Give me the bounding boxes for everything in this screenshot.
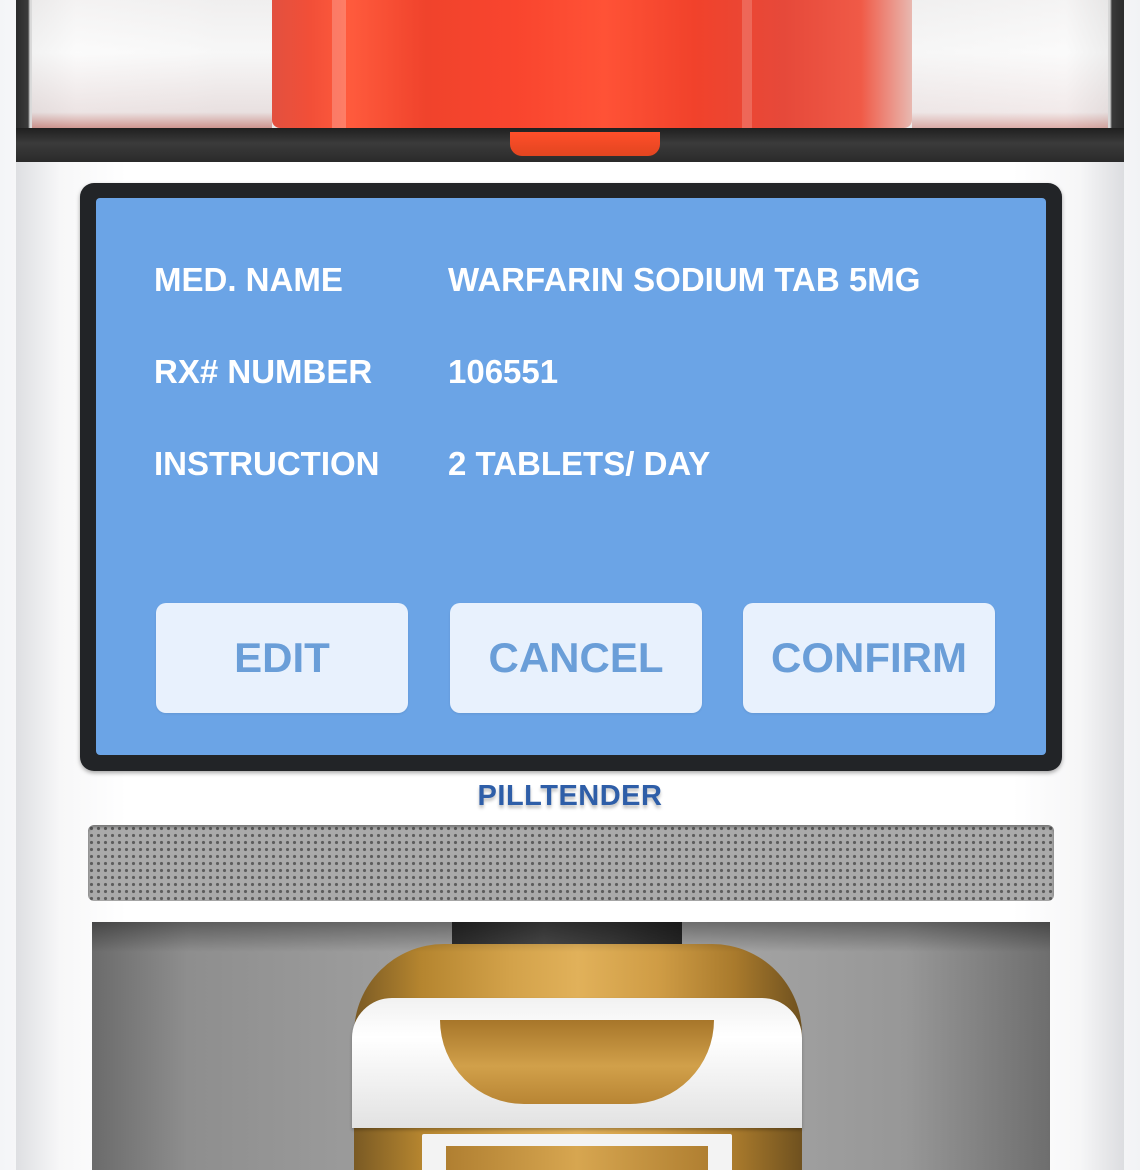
rx-number-value: 106551 [448, 353, 559, 390]
reservoir-glass-right [912, 0, 1108, 132]
pill-dispenser-device: MED. NAME WARFARIN SODIUM TAB 5MG RX# NU… [0, 0, 1140, 1170]
med-name-value: WARFARIN SODIUM TAB 5MG [448, 261, 921, 298]
reservoir-glass-left [32, 0, 272, 132]
touch-screen: MED. NAME WARFARIN SODIUM TAB 5MG RX# NU… [96, 198, 1046, 755]
instruction-value: 2 TABLETS/ DAY [448, 445, 711, 482]
instruction-row: INSTRUCTION 2 TABLETS/ DAY [154, 442, 710, 486]
reservoir-nozzle [510, 132, 660, 156]
confirm-button[interactable]: CONFIRM [743, 603, 995, 713]
speaker-grille [88, 825, 1054, 901]
edit-button[interactable]: EDIT [156, 603, 408, 713]
reservoir-liquid [272, 0, 912, 128]
instruction-label: INSTRUCTION [154, 445, 380, 482]
rx-number-label: RX# NUMBER [154, 353, 373, 390]
cancel-button[interactable]: CANCEL [450, 603, 702, 713]
medication-reservoir [16, 0, 1124, 162]
pill-bottle-label-window [446, 1146, 708, 1170]
med-name-row: MED. NAME WARFARIN SODIUM TAB 5MG [154, 258, 920, 302]
pill-bottle-label [422, 1134, 732, 1170]
brand-logo: PILLTENDER [477, 780, 663, 812]
bay-shadow [92, 922, 1050, 952]
pill-bottle-opening [440, 1020, 714, 1104]
rx-number-row: RX# NUMBER 106551 [154, 350, 558, 394]
dispensing-bay [92, 922, 1050, 1170]
pill-bottle-cap-holder [352, 998, 802, 1128]
med-name-label: MED. NAME [154, 261, 343, 298]
